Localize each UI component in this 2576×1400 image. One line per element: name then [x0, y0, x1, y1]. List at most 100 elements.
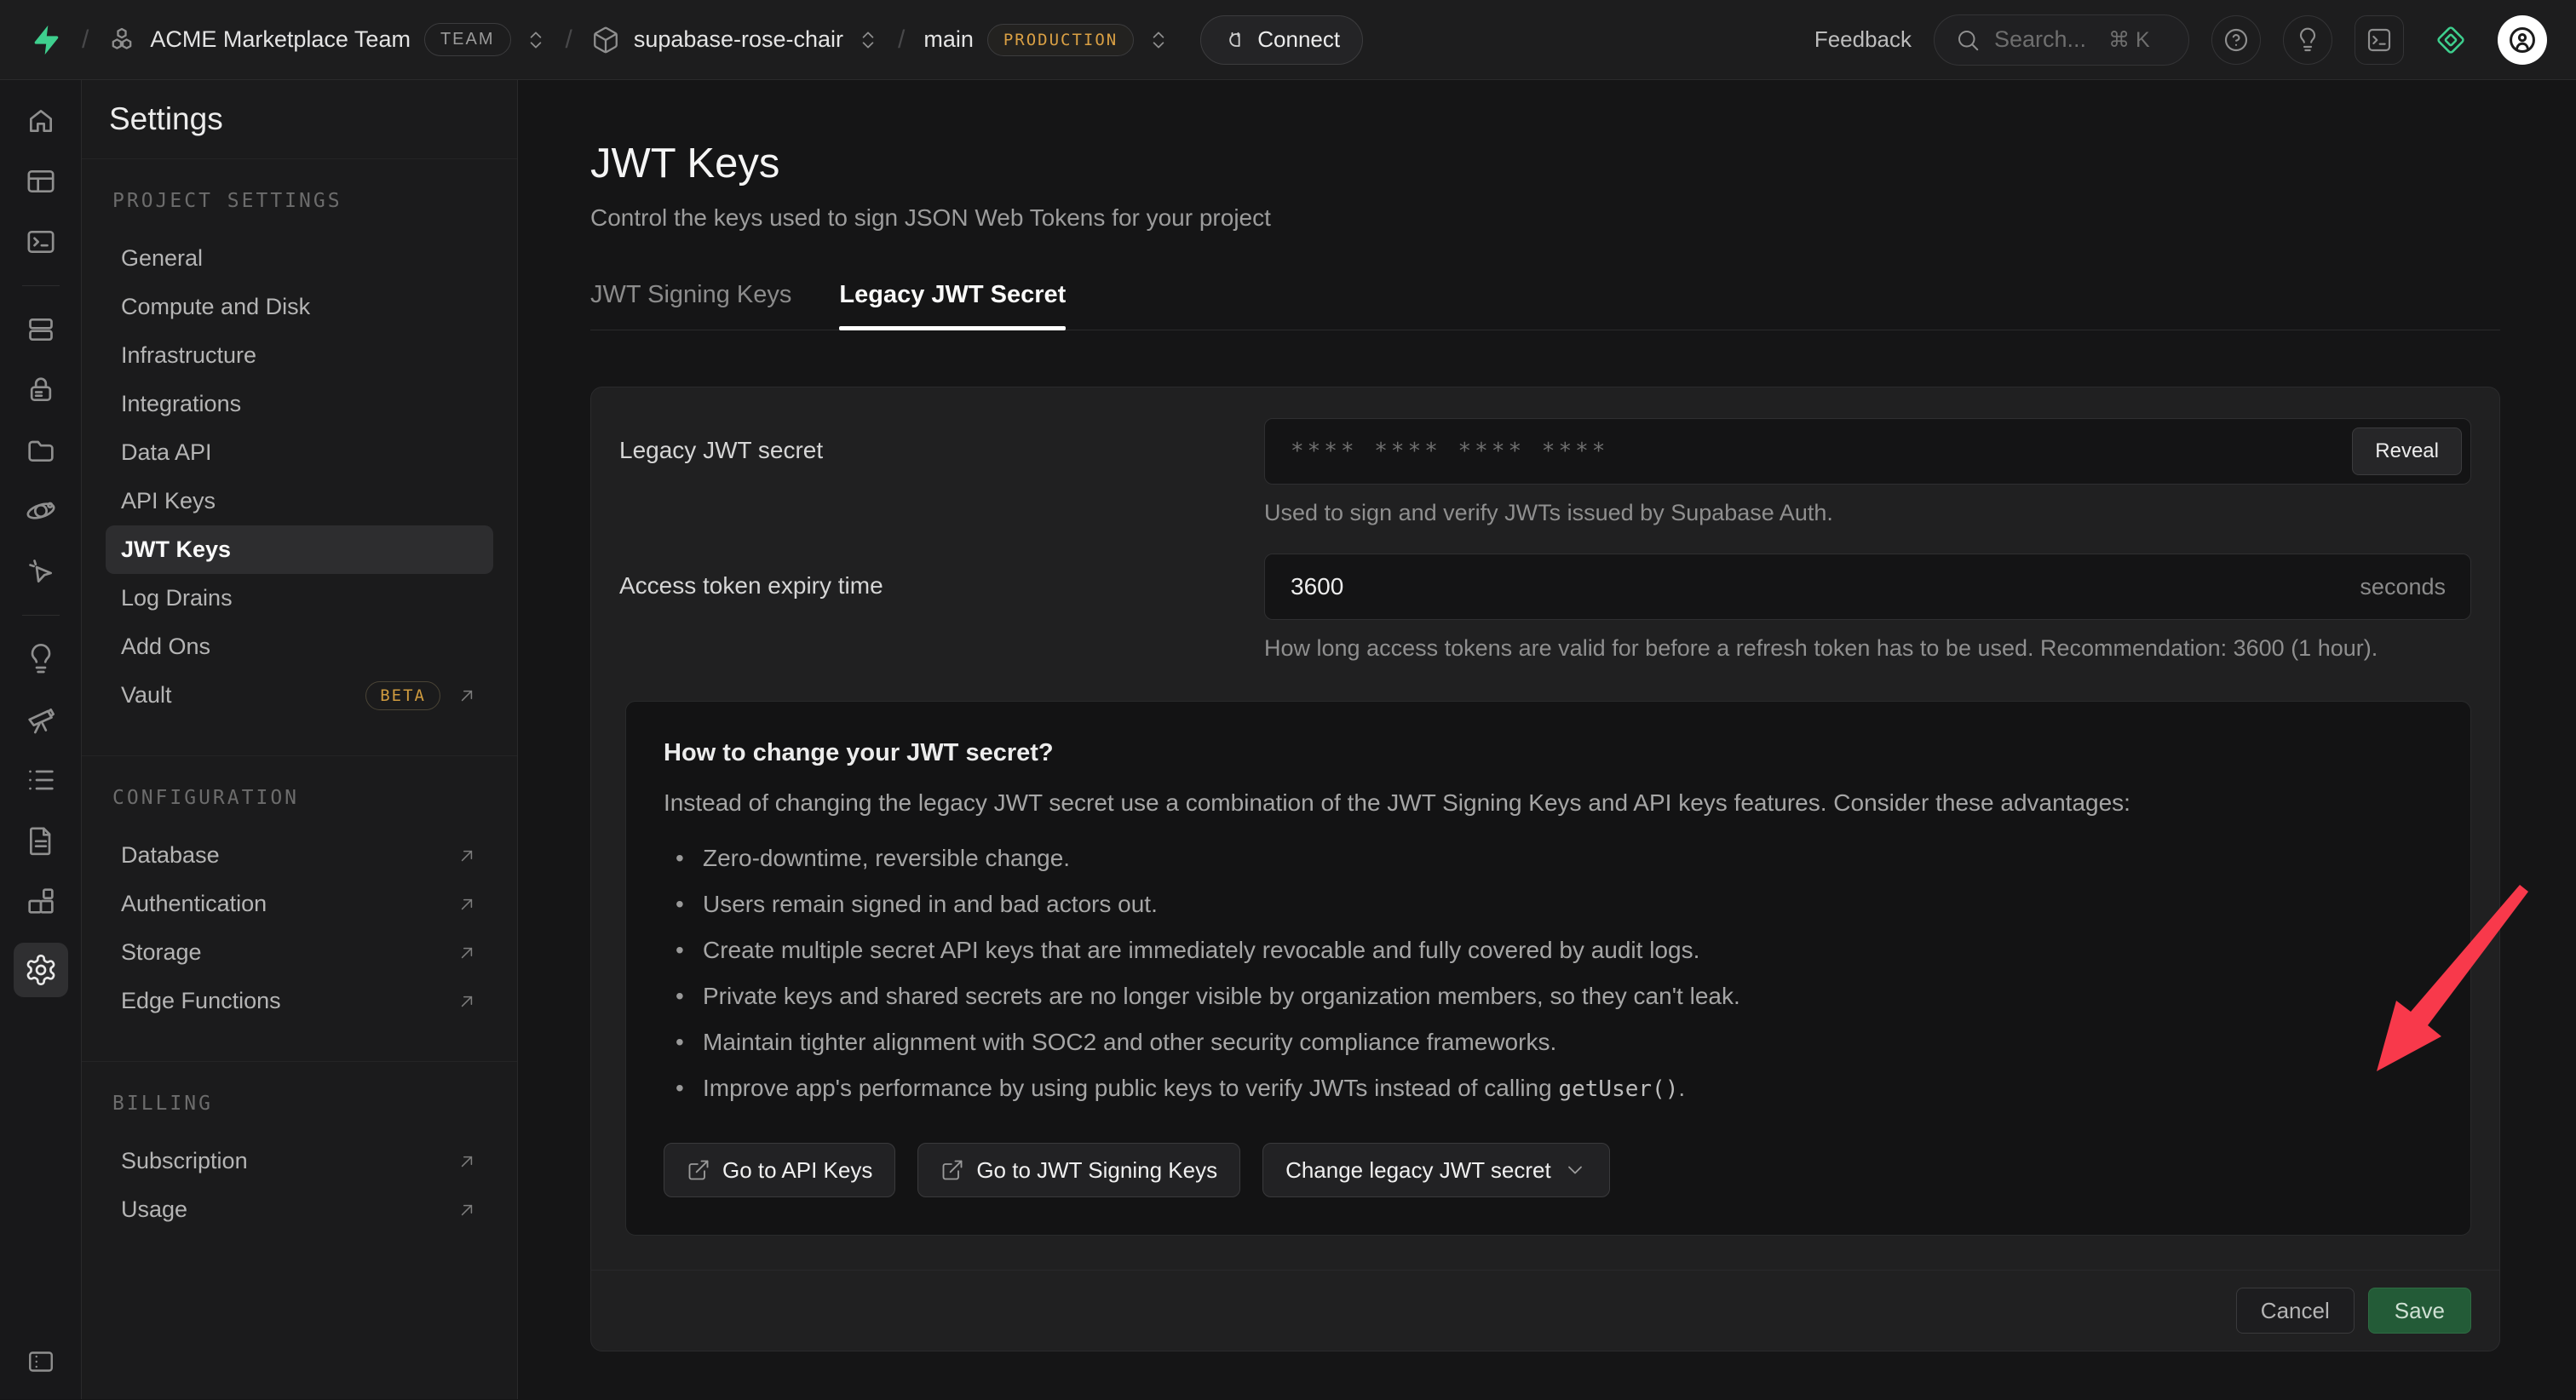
- page-subtitle: Control the keys used to sign JSON Web T…: [590, 204, 2500, 232]
- api-docs-nav-item[interactable]: [14, 822, 68, 859]
- go-to-api-keys-button[interactable]: Go to API Keys: [664, 1143, 895, 1197]
- sql-editor-nav-item[interactable]: [14, 223, 68, 261]
- list-item: Private keys and shared secrets are no l…: [664, 977, 2433, 1016]
- supabase-logo-icon[interactable]: [29, 23, 63, 57]
- breadcrumb-org[interactable]: ACME Marketplace Team TEAM: [107, 23, 546, 56]
- org-selector-chevrons-icon[interactable]: [525, 27, 547, 53]
- authentication-nav-item[interactable]: [14, 371, 68, 409]
- sidebar-item-vault[interactable]: Vault BETA: [106, 671, 493, 720]
- organization-icon: [107, 26, 136, 55]
- sidebar-item-authentication[interactable]: Authentication: [106, 880, 493, 928]
- breadcrumb-project[interactable]: supabase-rose-chair: [591, 26, 879, 55]
- external-link-arrow-icon: [456, 845, 478, 867]
- reveal-button[interactable]: Reveal: [2352, 427, 2462, 475]
- edge-functions-nav-item[interactable]: [14, 492, 68, 530]
- breadcrumb-separator: /: [82, 26, 89, 55]
- table-editor-icon: [24, 164, 58, 198]
- table-editor-nav-item[interactable]: [14, 163, 68, 200]
- panel-actions: Go to API Keys Go to JWT Signing Keys Ch…: [664, 1143, 2433, 1197]
- sidebar-item-storage[interactable]: Storage: [106, 928, 493, 977]
- page-title: JWT Keys: [590, 140, 2500, 187]
- sidebar-item-compute-and-disk[interactable]: Compute and Disk: [106, 283, 493, 331]
- external-link-arrow-icon: [456, 942, 478, 964]
- reports-telescope-icon: [24, 703, 58, 737]
- cancel-button[interactable]: Cancel: [2236, 1288, 2355, 1334]
- external-link-arrow-icon: [456, 1199, 478, 1221]
- user-icon: [2506, 24, 2539, 56]
- change-legacy-jwt-secret-dropdown[interactable]: Change legacy JWT secret: [1262, 1143, 1610, 1197]
- list-item: Create multiple secret API keys that are…: [664, 931, 2433, 970]
- storage-folder-icon: [24, 433, 58, 468]
- search-shortcut: ⌘ K: [2108, 27, 2150, 53]
- expiry-unit-label: seconds: [2360, 554, 2446, 620]
- collapse-sidebar-button[interactable]: [14, 1343, 68, 1380]
- tab-bar: JWT Signing Keys Legacy JWT Secret: [590, 281, 2500, 330]
- realtime-nav-item[interactable]: [14, 553, 68, 590]
- sidebar-item-integrations[interactable]: Integrations: [106, 380, 493, 428]
- project-settings-nav-item[interactable]: [14, 943, 68, 997]
- database-nav-item[interactable]: [14, 311, 68, 348]
- section-billing: BILLING Subscription Usage: [82, 1062, 517, 1270]
- notifications-button[interactable]: [2283, 15, 2332, 65]
- search-input[interactable]: Search... ⌘ K: [1934, 14, 2189, 66]
- storage-nav-item[interactable]: [14, 432, 68, 469]
- branch-selector-chevrons-icon[interactable]: [1147, 27, 1170, 53]
- legacy-jwt-secret-input[interactable]: [1264, 418, 2471, 485]
- connect-button[interactable]: Connect: [1200, 15, 1363, 65]
- sidebar-item-usage[interactable]: Usage: [106, 1185, 493, 1234]
- feedback-link[interactable]: Feedback: [1814, 26, 1912, 53]
- connect-button-label: Connect: [1257, 26, 1340, 53]
- sidebar-item-data-api[interactable]: Data API: [106, 428, 493, 477]
- help-button[interactable]: [2211, 15, 2261, 65]
- sidebar-item-log-drains[interactable]: Log Drains: [106, 574, 493, 623]
- org-plan-badge: TEAM: [424, 23, 511, 56]
- section-heading: PROJECT SETTINGS: [106, 190, 493, 212]
- external-link-arrow-icon: [456, 1150, 478, 1173]
- advisors-lightbulb-icon: [24, 642, 58, 676]
- sidebar-item-add-ons[interactable]: Add Ons: [106, 623, 493, 671]
- project-box-icon: [591, 26, 620, 55]
- external-link-arrow-icon: [456, 990, 478, 1013]
- section-heading: BILLING: [106, 1093, 493, 1115]
- branch-environment-badge: PRODUCTION: [987, 24, 1134, 56]
- app-window: / ACME Marketplace Team TEAM / supabase-…: [0, 0, 2576, 1400]
- go-to-jwt-signing-keys-button[interactable]: Go to JWT Signing Keys: [917, 1143, 1240, 1197]
- save-button[interactable]: Save: [2368, 1288, 2471, 1334]
- access-token-expiry-input[interactable]: [1264, 554, 2471, 620]
- breadcrumb-separator: /: [566, 26, 572, 55]
- tab-jwt-signing-keys[interactable]: JWT Signing Keys: [590, 281, 791, 330]
- breadcrumb-branch[interactable]: main PRODUCTION: [923, 24, 1170, 56]
- list-item: Improve app's performance by using publi…: [664, 1069, 2433, 1109]
- section-heading: CONFIGURATION: [106, 787, 493, 809]
- search-icon: [1955, 27, 1981, 53]
- diamond-assistant-icon: [2435, 24, 2467, 56]
- change-jwt-secret-panel: How to change your JWT secret? Instead o…: [625, 701, 2471, 1236]
- sidebar-item-api-keys[interactable]: API Keys: [106, 477, 493, 525]
- beta-badge: BETA: [365, 681, 440, 710]
- org-name: ACME Marketplace Team: [150, 26, 411, 53]
- list-item: Zero-downtime, reversible change.: [664, 839, 2433, 878]
- user-avatar[interactable]: [2498, 15, 2547, 65]
- home-nav-item[interactable]: [14, 102, 68, 140]
- assistant-button[interactable]: [2426, 15, 2475, 65]
- legacy-jwt-secret-help: Used to sign and verify JWTs issued by S…: [1264, 500, 2471, 526]
- sidebar-item-general[interactable]: General: [106, 234, 493, 283]
- access-token-expiry-help: How long access tokens are valid for bef…: [1264, 635, 2471, 662]
- project-selector-chevrons-icon[interactable]: [857, 27, 879, 53]
- external-link-arrow-icon: [456, 893, 478, 915]
- access-token-expiry-row: Access token expiry time seconds How lon…: [591, 554, 2499, 662]
- sidebar-item-edge-functions[interactable]: Edge Functions: [106, 977, 493, 1025]
- sidebar-item-jwt-keys[interactable]: JWT Keys: [106, 525, 493, 574]
- main-content: JWT Keys Control the keys used to sign J…: [518, 80, 2576, 1399]
- sidebar-item-subscription[interactable]: Subscription: [106, 1137, 493, 1185]
- logs-nav-item[interactable]: [14, 761, 68, 799]
- reports-nav-item[interactable]: [14, 701, 68, 738]
- panel-intro: Instead of changing the legacy JWT secre…: [664, 789, 2433, 817]
- integrations-nav-item[interactable]: [14, 882, 68, 920]
- sidebar-item-database[interactable]: Database: [106, 831, 493, 880]
- advisors-nav-item[interactable]: [14, 640, 68, 678]
- command-menu-button[interactable]: [2355, 15, 2404, 65]
- sidebar-item-infrastructure[interactable]: Infrastructure: [106, 331, 493, 380]
- collapse-sidebar-icon: [26, 1346, 56, 1377]
- tab-legacy-jwt-secret[interactable]: Legacy JWT Secret: [839, 281, 1066, 330]
